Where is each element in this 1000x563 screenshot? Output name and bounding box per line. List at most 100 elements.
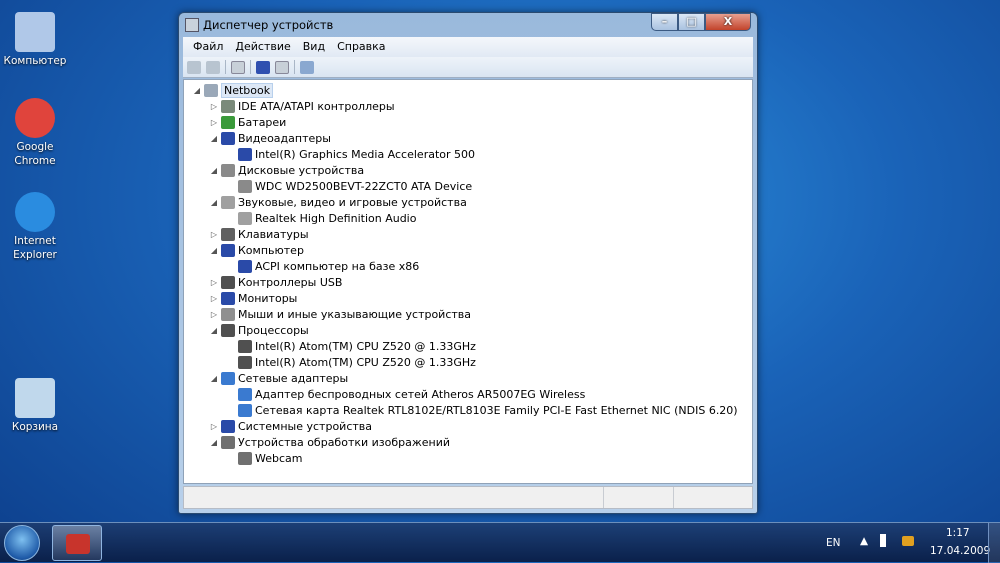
tree-label: WDC WD2500BEVT-22ZCT0 ATA Device [255,179,473,193]
device-icon [221,227,235,241]
tree-category[interactable]: ◢ Звуковые, видео и игровые устройства [209,194,467,210]
tree-label: Компьютер [238,243,304,257]
device-icon [238,147,252,161]
collapse-arrow-icon[interactable]: ◢ [209,374,219,383]
volume-icon[interactable] [880,534,886,547]
recycle-bin-icon [15,378,55,418]
tree-label: Сетевая карта Realtek RTL8102E/RTL8103E … [255,403,738,417]
desktop-icon[interactable]: Компьютер [0,12,70,68]
menu-bar: Файл Действие Вид Справка [183,37,753,57]
menu-file[interactable]: Файл [187,37,229,57]
expand-arrow-icon[interactable]: ▷ [209,422,219,431]
tree-category[interactable]: ◢ Устройства обработки изображений [209,434,450,450]
menu-action[interactable]: Действие [229,37,296,57]
tree-label: Webcam [255,451,303,465]
menu-help[interactable]: Справка [331,37,391,57]
taskbar: EN ▲ 1:17 17.04.2009 [0,522,1000,563]
tree-category[interactable]: ▷ Контроллеры USB [209,274,342,290]
show-hidden-icons-icon[interactable]: ▲ [860,535,868,547]
tree-device[interactable]: Intel(R) Atom(TM) CPU Z520 @ 1.33GHz [226,354,476,370]
tree-device[interactable]: Сетевая карта Realtek RTL8102E/RTL8103E … [226,402,738,418]
device-icon [221,435,235,449]
title-bar[interactable]: Диспетчер устройств – □ X [179,13,757,37]
language-indicator[interactable]: EN [826,537,841,549]
tree-label: ACPI компьютер на базе x86 [255,259,420,273]
back-arrow-icon[interactable] [187,60,201,74]
expand-arrow-icon[interactable]: ▷ [209,310,219,319]
tree-label: Сетевые адаптеры [238,371,349,385]
device-icon [238,339,252,353]
tree-label: Клавиатуры [238,227,309,241]
power-icon[interactable] [902,536,914,546]
tree-category[interactable]: ▷ Клавиатуры [209,226,309,242]
device-icon [221,163,235,177]
close-button[interactable]: X [705,13,751,31]
start-button[interactable] [4,525,40,561]
device-icon [238,355,252,369]
help-icon[interactable] [256,60,270,74]
expand-arrow-icon[interactable]: ▷ [209,102,219,111]
device-icon [221,131,235,145]
expand-arrow-icon[interactable]: ▷ [209,230,219,239]
collapse-arrow-icon[interactable]: ◢ [192,86,202,95]
desktop-icon[interactable]: Internet Explorer [0,192,70,262]
tree-device[interactable]: WDC WD2500BEVT-22ZCT0 ATA Device [226,178,472,194]
tree-label: Мониторы [238,291,298,305]
tree-device[interactable]: ACPI компьютер на базе x86 [226,258,419,274]
toolbar-separator [225,60,226,74]
tree-root[interactable]: ◢ Netbook [192,82,274,98]
tree-device[interactable]: Адаптер беспроводных сетей Atheros AR500… [226,386,585,402]
show-hide-console-tree-icon[interactable] [231,60,245,74]
device-icon [238,387,252,401]
tree-category[interactable]: ▷ Батареи [209,114,286,130]
maximize-button[interactable]: □ [678,13,705,31]
expand-arrow-icon[interactable]: ▷ [209,278,219,287]
forward-arrow-icon[interactable] [206,60,220,74]
scan-hardware-icon[interactable] [300,60,314,74]
taskbar-device-manager[interactable] [52,525,102,561]
device-icon [221,275,235,289]
tree-label: Адаптер беспроводных сетей Atheros AR500… [255,387,586,401]
tree-label: Процессоры [238,323,309,337]
tree-category[interactable]: ◢ Сетевые адаптеры [209,370,348,386]
collapse-arrow-icon[interactable]: ◢ [209,326,219,335]
tree-category[interactable]: ▷ Мониторы [209,290,297,306]
collapse-arrow-icon[interactable]: ◢ [209,198,219,207]
minimize-button[interactable]: – [651,13,678,31]
tree-label: Intel(R) Graphics Media Accelerator 500 [255,147,476,161]
tree-device[interactable]: Intel(R) Atom(TM) CPU Z520 @ 1.33GHz [226,338,476,354]
device-icon [221,419,235,433]
toolbar-separator [250,60,251,74]
collapse-arrow-icon[interactable]: ◢ [209,134,219,143]
tree-label: Мыши и иные указывающие устройства [238,307,472,321]
desktop-icon-label: Компьютер [3,55,67,67]
tree-device[interactable]: Intel(R) Graphics Media Accelerator 500 [226,146,475,162]
menu-view[interactable]: Вид [297,37,331,57]
desktop-icon[interactable]: Корзина [0,378,70,434]
collapse-arrow-icon[interactable]: ◢ [209,246,219,255]
toolbar [183,57,753,78]
properties-icon[interactable] [275,60,289,74]
expand-arrow-icon[interactable]: ▷ [209,294,219,303]
tree-category[interactable]: ▷ Мыши и иные указывающие устройства [209,306,471,322]
collapse-arrow-icon[interactable]: ◢ [209,166,219,175]
tree-category[interactable]: ◢ Дисковые устройства [209,162,364,178]
tree-category[interactable]: ◢ Видеоадаптеры [209,130,331,146]
desktop-icon[interactable]: Google Chrome [0,98,70,168]
expand-arrow-icon[interactable]: ▷ [209,118,219,127]
status-bar [183,486,753,509]
tree-device[interactable]: Realtek High Definition Audio [226,210,416,226]
tree-category[interactable]: ▷ IDE ATA/ATAPI контроллеры [209,98,395,114]
tree-category[interactable]: ◢ Процессоры [209,322,309,338]
collapse-arrow-icon[interactable]: ◢ [209,438,219,447]
tree-label: Netbook [221,82,274,98]
tree-label: Системные устройства [238,419,372,433]
clock-date[interactable]: 17.04.2009 [930,545,990,557]
tree-device[interactable]: Webcam [226,450,303,466]
tree-category[interactable]: ◢ Компьютер [209,242,304,258]
desktop-icon-label: Корзина [11,421,59,433]
clock-time[interactable]: 1:17 [946,527,970,539]
show-desktop-button[interactable] [988,523,1000,563]
tree-label: Realtek High Definition Audio [255,211,417,225]
tree-category[interactable]: ▷ Системные устройства [209,418,372,434]
